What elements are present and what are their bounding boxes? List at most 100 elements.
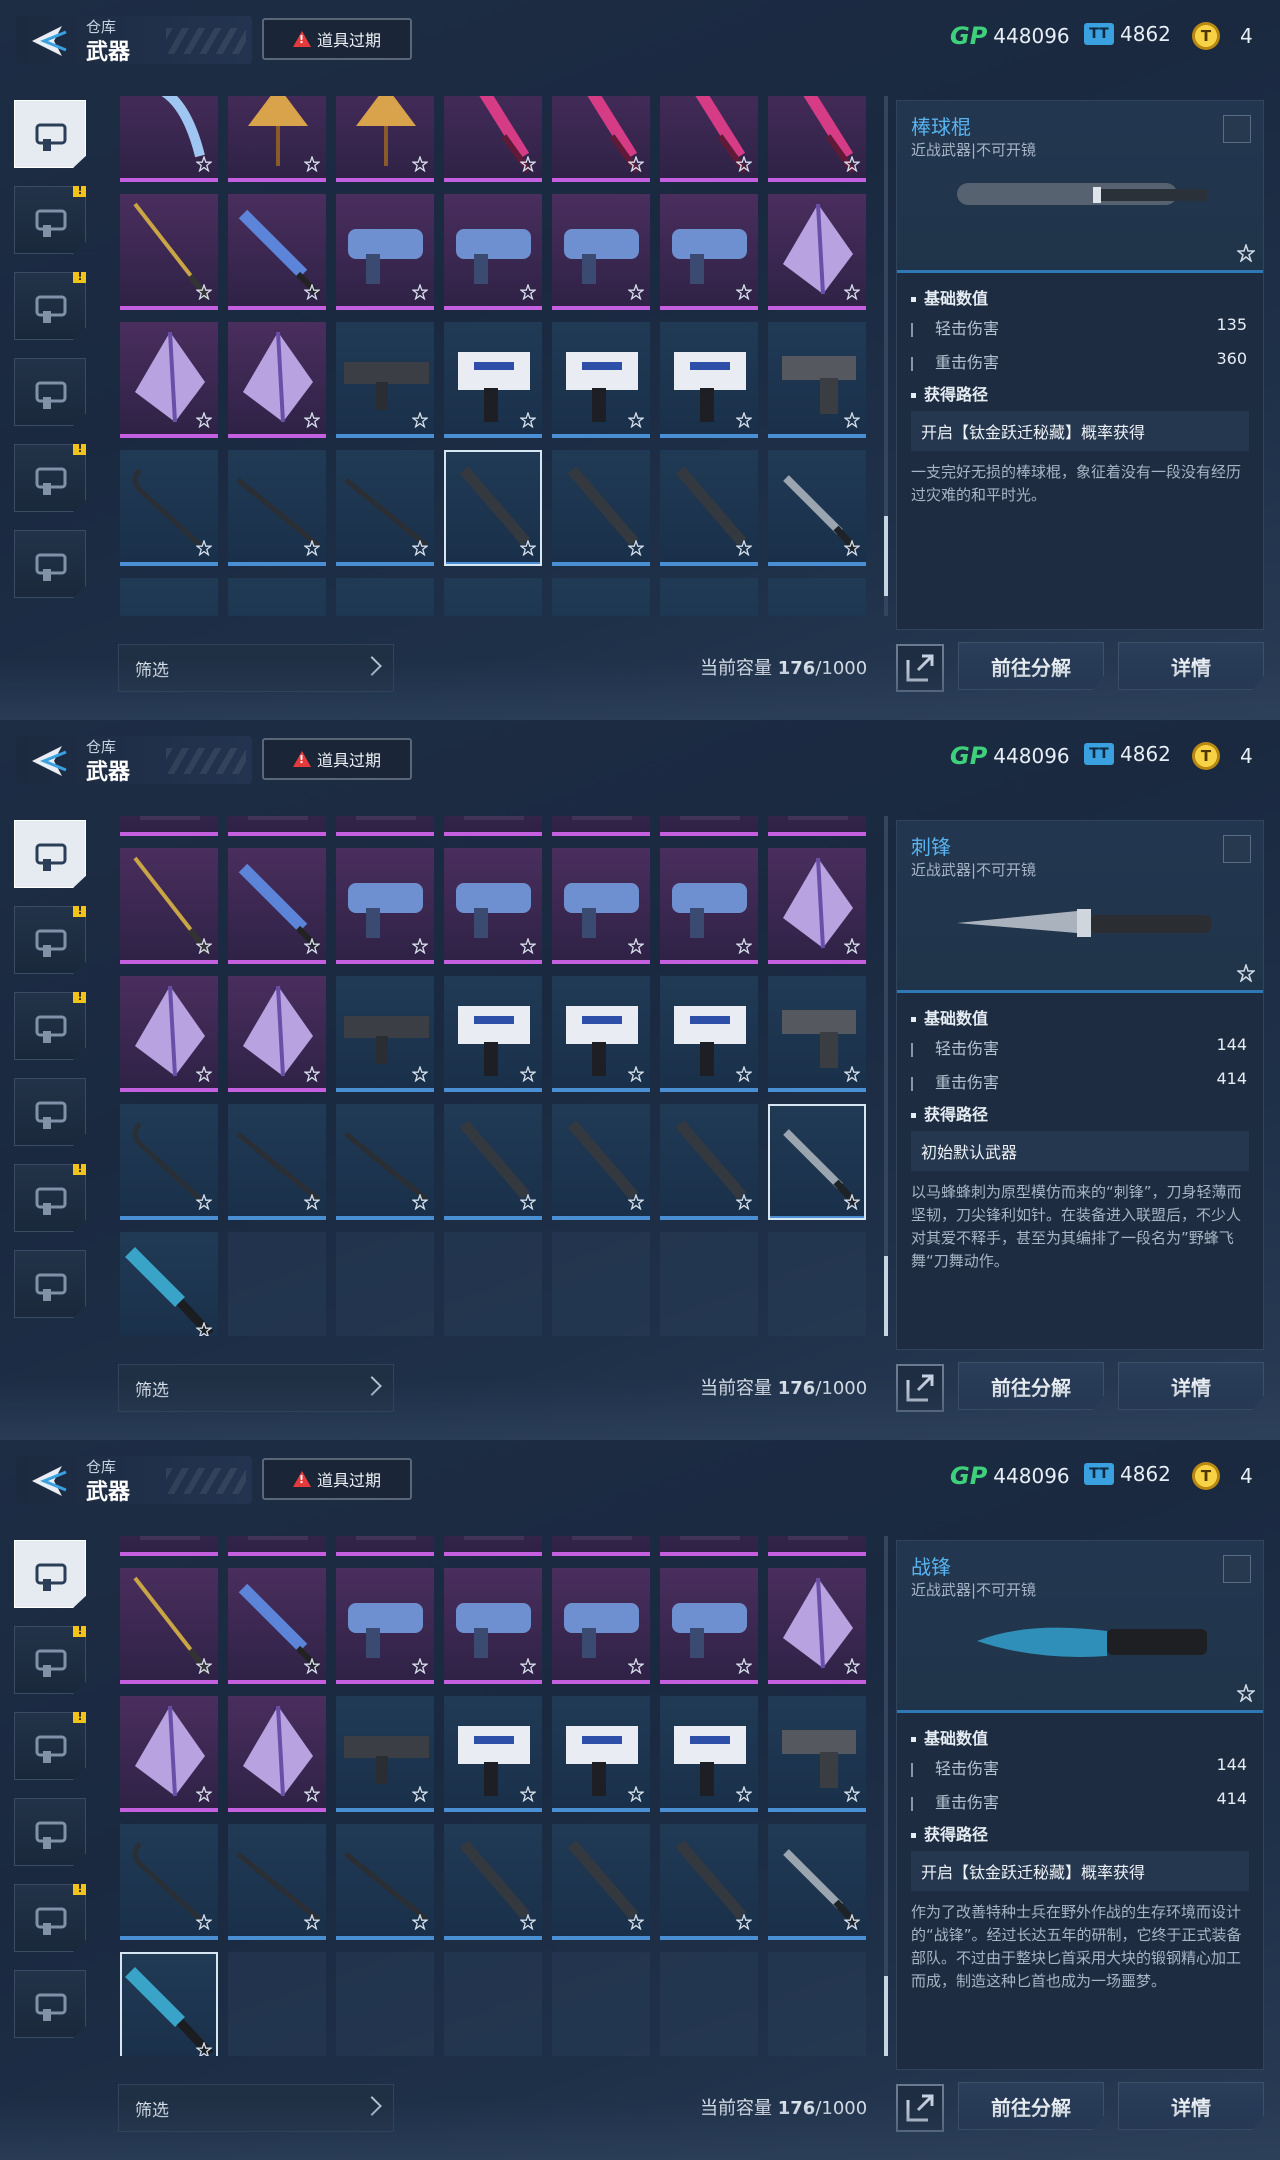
weapon-slot[interactable] [336,1824,434,1940]
back-button[interactable]: 仓库 武器 [16,16,252,65]
weapon-slot[interactable] [552,848,650,964]
sidebar-item-star-shield[interactable] [14,530,86,598]
weapon-slot[interactable] [660,816,758,836]
weapon-slot[interactable] [336,1696,434,1812]
weapon-slot[interactable] [552,816,650,836]
weapon-slot[interactable] [444,1536,542,1556]
weapon-slot[interactable] [444,578,542,616]
weapon-slot[interactable] [660,1536,758,1556]
weapon-slot[interactable] [336,816,434,836]
weapon-slot[interactable] [768,1824,866,1940]
weapon-slot[interactable] [768,96,866,182]
expired-items-button[interactable]: 道具过期 [262,18,412,60]
weapon-slot[interactable] [552,1104,650,1220]
weapon-slot[interactable] [660,1568,758,1684]
weapon-slot[interactable] [228,976,326,1092]
weapon-slot[interactable] [444,1568,542,1684]
scroll-thumb[interactable] [884,1256,888,1336]
weapon-slot[interactable] [228,194,326,310]
weapon-slot[interactable] [444,1104,542,1220]
filter-button[interactable]: 筛选 [118,2084,394,2132]
scroll-thumb[interactable] [884,516,888,596]
weapon-slot[interactable] [336,96,434,182]
decompose-button[interactable]: 前往分解 [958,2082,1104,2130]
weapon-slot[interactable] [444,848,542,964]
weapon-slot[interactable] [660,1696,758,1812]
weapon-slot[interactable] [336,194,434,310]
weapon-slot[interactable] [660,578,758,616]
weapon-slot[interactable] [768,1536,866,1556]
weapon-slot[interactable] [120,1232,218,1336]
grid-scrollbar[interactable] [884,1536,888,2056]
sidebar-item-gear[interactable] [14,1798,86,1866]
sidebar-item-armor[interactable]: ! [14,906,86,974]
weapon-slot[interactable] [120,976,218,1092]
weapon-slot[interactable] [228,1568,326,1684]
weapon-slot[interactable] [120,1952,218,2056]
weapon-slot[interactable] [444,322,542,438]
lock-icon[interactable] [1223,1555,1251,1583]
weapon-slot[interactable] [444,816,542,836]
back-button[interactable]: 仓库 武器 [16,736,252,785]
sidebar-item-pistol[interactable] [14,1540,86,1608]
weapon-slot[interactable] [336,322,434,438]
weapon-slot[interactable] [444,1824,542,1940]
weapon-slot[interactable] [660,194,758,310]
weapon-slot[interactable] [120,1824,218,1940]
filter-button[interactable]: 筛选 [118,1364,394,1412]
grid-scrollbar[interactable] [884,96,888,616]
weapon-slot[interactable] [120,848,218,964]
export-icon[interactable] [896,2084,944,2132]
grid-scrollbar[interactable] [884,816,888,1336]
weapon-slot[interactable] [768,976,866,1092]
weapon-slot[interactable] [120,194,218,310]
weapon-slot[interactable] [768,194,866,310]
weapon-slot[interactable] [660,976,758,1092]
weapon-slot[interactable] [552,976,650,1092]
weapon-slot[interactable] [228,816,326,836]
weapon-slot[interactable] [120,322,218,438]
weapon-slot[interactable] [336,1104,434,1220]
details-button[interactable]: 详情 [1118,2082,1264,2130]
sidebar-item-star-shield[interactable] [14,1250,86,1318]
weapon-slot[interactable] [228,1536,326,1556]
weapon-slot[interactable] [768,848,866,964]
weapon-slot[interactable] [444,96,542,182]
weapon-slot[interactable] [552,322,650,438]
weapon-slot[interactable] [552,194,650,310]
sidebar-item-armor[interactable]: ! [14,186,86,254]
sidebar-item-pistol[interactable] [14,820,86,888]
decompose-button[interactable]: 前往分解 [958,642,1104,690]
decompose-button[interactable]: 前往分解 [958,1362,1104,1410]
export-icon[interactable] [896,644,944,692]
weapon-slot[interactable] [228,1696,326,1812]
expired-items-button[interactable]: 道具过期 [262,1458,412,1500]
weapon-slot[interactable] [120,578,218,616]
weapon-slot[interactable] [552,1696,650,1812]
filter-button[interactable]: 筛选 [118,644,394,692]
weapon-slot[interactable] [660,1824,758,1940]
weapon-slot[interactable] [660,450,758,566]
weapon-slot[interactable] [120,96,218,182]
sidebar-item-grenade[interactable]: ! [14,272,86,340]
details-button[interactable]: 详情 [1118,642,1264,690]
weapon-slot[interactable] [228,848,326,964]
weapon-slot[interactable] [660,96,758,182]
weapon-slot[interactable] [660,848,758,964]
export-icon[interactable] [896,1364,944,1412]
weapon-slot[interactable] [336,1536,434,1556]
weapon-slot[interactable] [336,578,434,616]
weapon-slot[interactable] [444,976,542,1092]
weapon-slot[interactable] [120,816,218,836]
weapon-slot[interactable] [228,1824,326,1940]
weapon-slot[interactable] [228,96,326,182]
weapon-slot[interactable] [336,976,434,1092]
weapon-slot[interactable] [336,1568,434,1684]
weapon-slot[interactable] [552,1568,650,1684]
details-button[interactable]: 详情 [1118,1362,1264,1410]
weapon-slot[interactable] [552,450,650,566]
weapon-slot[interactable] [660,322,758,438]
expired-items-button[interactable]: 道具过期 [262,738,412,780]
weapon-slot[interactable] [336,450,434,566]
weapon-slot[interactable] [120,1696,218,1812]
